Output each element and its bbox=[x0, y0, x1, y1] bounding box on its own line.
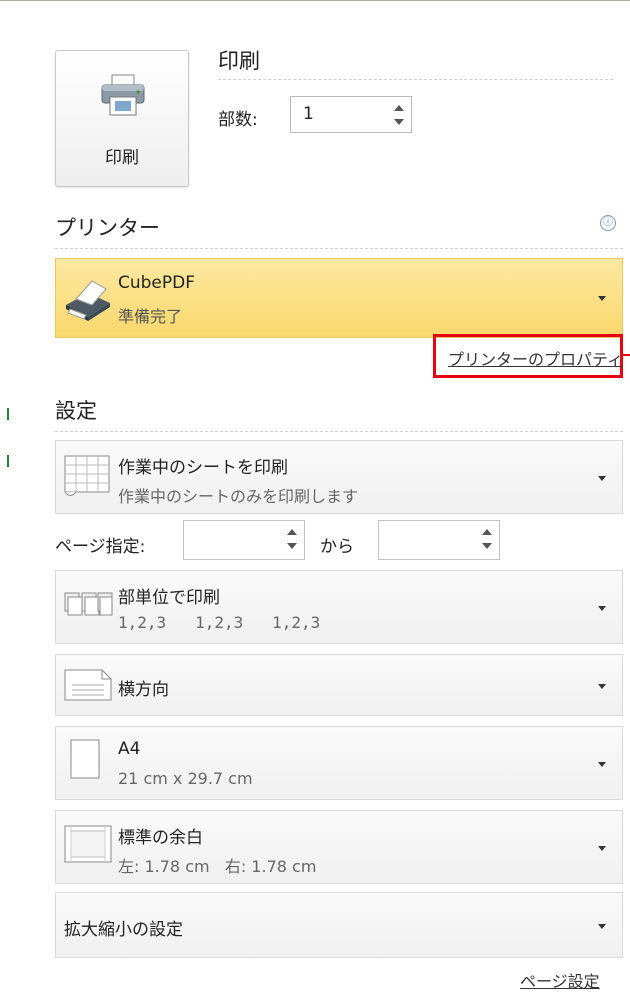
spin-up-icon[interactable] bbox=[482, 529, 492, 535]
print-button[interactable]: 印刷 bbox=[55, 50, 189, 187]
top-border bbox=[0, 0, 630, 1]
margins-icon bbox=[64, 825, 112, 863]
spin-down-icon[interactable] bbox=[482, 543, 492, 549]
chevron-down-icon bbox=[598, 476, 606, 481]
chevron-down-icon bbox=[598, 606, 606, 611]
printer-section-title: プリンター bbox=[55, 216, 160, 240]
printer-status: 準備完了 bbox=[118, 307, 183, 326]
print-heading: 印刷 bbox=[218, 49, 260, 73]
chevron-down-icon bbox=[598, 762, 606, 767]
copies-label: 部数: bbox=[218, 110, 258, 130]
spin-down-icon[interactable] bbox=[287, 543, 297, 549]
print-button-label: 印刷 bbox=[105, 148, 139, 168]
print-scope-title: 作業中のシートを印刷 bbox=[118, 458, 288, 478]
paper-size-title: A4 bbox=[118, 739, 141, 759]
paper-size-subtitle: 21 cm x 29.7 cm bbox=[118, 769, 253, 788]
portrait-page-icon bbox=[70, 739, 100, 779]
print-scope-subtitle: 作業中のシートのみを印刷します bbox=[118, 487, 359, 506]
pages-to-input[interactable] bbox=[378, 520, 500, 560]
pages-to-spinner[interactable] bbox=[479, 525, 495, 553]
callout-arrow bbox=[623, 354, 630, 356]
divider bbox=[218, 79, 613, 80]
sheet-icon bbox=[64, 455, 110, 496]
pages-from-input[interactable] bbox=[183, 520, 305, 560]
chevron-down-icon bbox=[598, 924, 606, 929]
pages-label: ページ指定: bbox=[55, 537, 146, 557]
margins-dropdown[interactable]: 標準の余白 左: 1.78 cm 右: 1.78 cm bbox=[55, 810, 623, 884]
left-tick-mark bbox=[7, 408, 9, 420]
print-scope-dropdown[interactable]: 作業中のシートを印刷 作業中のシートのみを印刷します bbox=[55, 440, 623, 514]
info-icon[interactable]: ⓘ bbox=[600, 215, 616, 231]
divider bbox=[55, 431, 623, 432]
scaling-title: 拡大縮小の設定 bbox=[64, 920, 183, 940]
printer-icon bbox=[101, 74, 145, 116]
spin-up-icon[interactable] bbox=[287, 529, 297, 535]
orientation-title: 横方向 bbox=[118, 680, 169, 700]
orientation-dropdown[interactable]: 横方向 bbox=[55, 654, 623, 716]
margins-title: 標準の余白 bbox=[118, 828, 203, 848]
paper-size-dropdown[interactable]: A4 21 cm x 29.7 cm bbox=[55, 726, 623, 800]
printer-name: CubePDF bbox=[118, 273, 196, 293]
pages-from-spinner[interactable] bbox=[284, 525, 300, 553]
chevron-down-icon bbox=[598, 296, 606, 301]
chevron-down-icon bbox=[598, 684, 606, 689]
margins-subtitle: 左: 1.78 cm 右: 1.78 cm bbox=[118, 857, 317, 876]
printer-device-icon bbox=[66, 280, 110, 321]
collate-dropdown[interactable]: 部単位で印刷 1,2,3 1,2,3 1,2,3 bbox=[55, 570, 623, 644]
copies-input[interactable]: 1 bbox=[290, 96, 412, 133]
landscape-page-icon bbox=[64, 669, 112, 701]
left-tick-mark bbox=[7, 455, 9, 467]
spin-up-icon[interactable] bbox=[394, 105, 404, 111]
printer-dropdown[interactable]: CubePDF 準備完了 bbox=[55, 258, 623, 338]
collate-icon bbox=[64, 592, 113, 616]
collate-subtitle: 1,2,3 1,2,3 1,2,3 bbox=[118, 613, 321, 632]
pages-from-label: から bbox=[320, 537, 354, 557]
chevron-down-icon bbox=[598, 846, 606, 851]
settings-section-title: 設定 bbox=[55, 399, 97, 423]
page-setup-link[interactable]: ページ設定 bbox=[520, 968, 600, 992]
spin-down-icon[interactable] bbox=[394, 119, 404, 125]
copies-value: 1 bbox=[303, 104, 314, 124]
scaling-dropdown[interactable]: 拡大縮小の設定 bbox=[55, 892, 623, 958]
printer-properties-label: プリンターのプロパティ bbox=[448, 350, 624, 369]
copies-spinner[interactable] bbox=[391, 101, 407, 129]
collate-title: 部単位で印刷 bbox=[118, 588, 220, 608]
divider bbox=[55, 248, 623, 249]
printer-properties-link[interactable]: プリンターのプロパティ bbox=[433, 334, 623, 378]
